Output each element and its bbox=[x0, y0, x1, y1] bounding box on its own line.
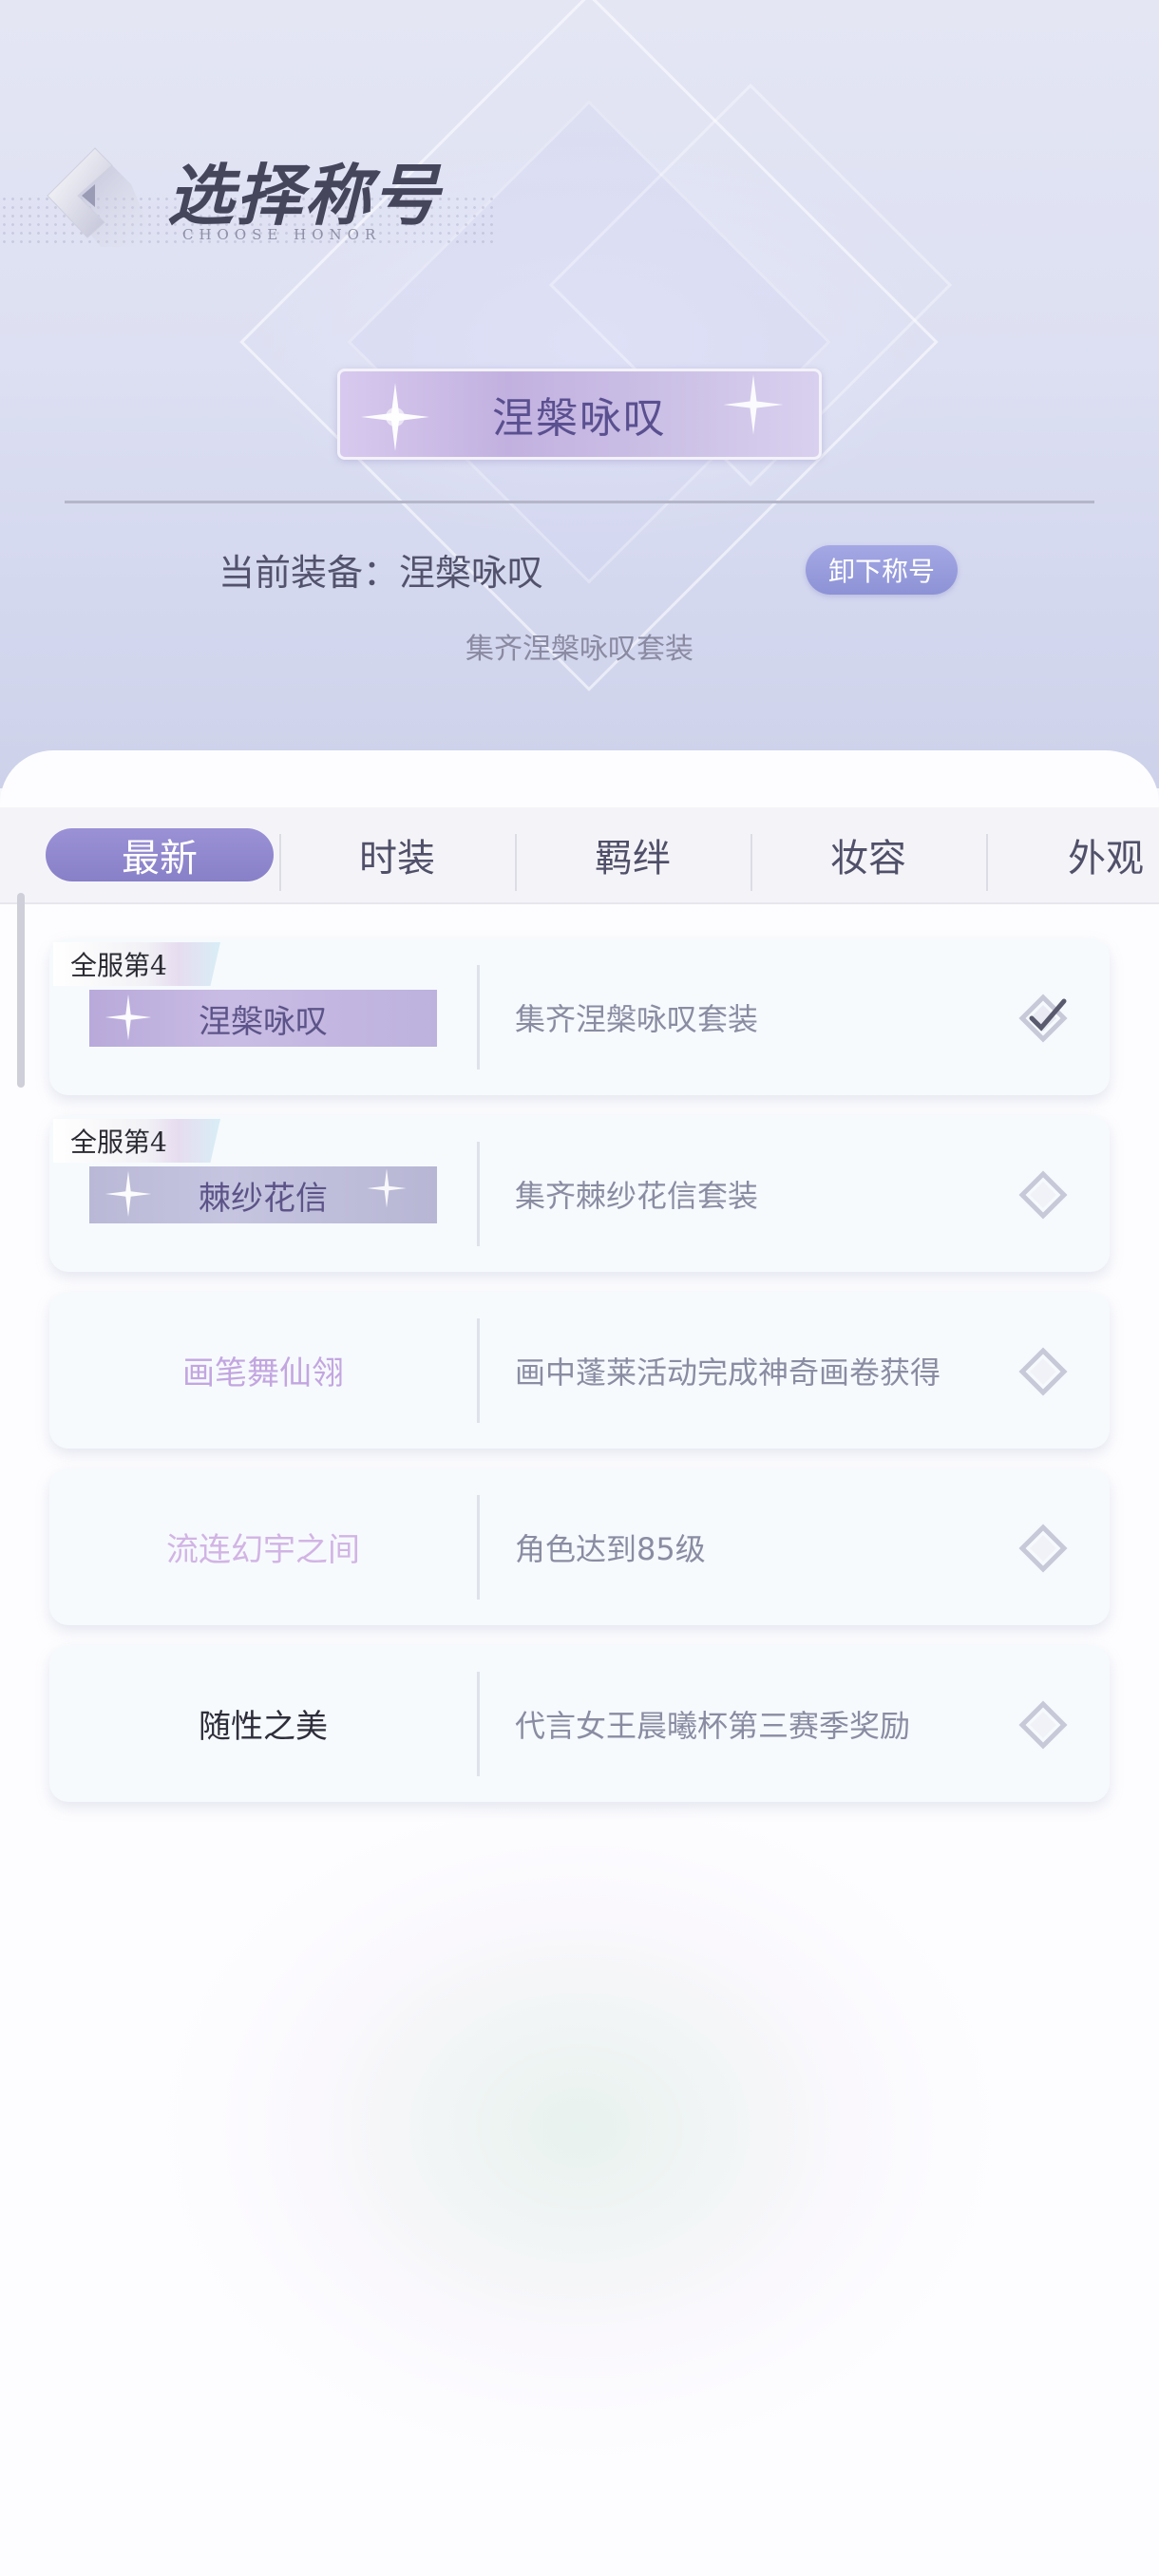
diamond-checkbox-icon[interactable] bbox=[1018, 1170, 1068, 1220]
tab-divider bbox=[986, 834, 988, 891]
diamond-checkbox-icon[interactable] bbox=[1018, 1347, 1068, 1396]
honor-name: 涅槃咏叹 bbox=[199, 1002, 328, 1041]
tab-label: 羁绊 bbox=[595, 837, 671, 881]
chevron-left-icon bbox=[47, 147, 158, 247]
honor-list-panel: 最新 时装 羁绊 妆容 外观 涅槃咏叹 集齐涅槃咏叹套装 全服第4 棘纱花信 集… bbox=[0, 750, 1159, 2576]
header-area: 选择称号 CHOOSE HONOR 涅槃咏叹 当前装备：涅槃咏叹 卸下称号 集齐… bbox=[0, 0, 1159, 788]
tab-label: 外观 bbox=[1068, 837, 1144, 881]
honor-name: 随性之美 bbox=[199, 1708, 328, 1746]
rank-tag: 全服第4 bbox=[53, 1119, 220, 1163]
honor-name: 画笔舞仙翎 bbox=[182, 1354, 344, 1392]
honor-row[interactable]: 流连幻宇之间 角色达到85级 bbox=[49, 1468, 1110, 1625]
tab-latest[interactable]: 最新 bbox=[46, 807, 274, 902]
tab-label: 时装 bbox=[359, 837, 435, 881]
tab-fashion[interactable]: 时装 bbox=[285, 807, 509, 902]
scrollbar[interactable] bbox=[17, 893, 25, 1088]
sparkle-icon bbox=[367, 1168, 407, 1208]
row-divider bbox=[477, 965, 480, 1070]
checked-diamond-icon[interactable] bbox=[1018, 994, 1068, 1043]
tab-bond[interactable]: 羁绊 bbox=[521, 807, 745, 902]
sparkle-icon bbox=[361, 383, 429, 451]
row-divider bbox=[477, 1318, 480, 1423]
row-divider bbox=[477, 1672, 480, 1776]
diamond-checkbox-icon[interactable] bbox=[1018, 1524, 1068, 1573]
tab-makeup[interactable]: 妆容 bbox=[756, 807, 980, 902]
tab-divider bbox=[750, 834, 752, 891]
sparkle-icon bbox=[104, 994, 152, 1041]
decor-glow bbox=[162, 1795, 998, 2460]
tab-divider bbox=[279, 834, 281, 891]
honor-condition: 集齐棘纱花信套装 bbox=[515, 1177, 759, 1214]
honor-condition: 代言女王晨曦杯第三赛季奖励 bbox=[515, 1707, 911, 1744]
page-subtitle: CHOOSE HONOR bbox=[182, 226, 382, 243]
row-divider bbox=[477, 1142, 480, 1246]
row-divider bbox=[477, 1495, 480, 1600]
page-title: 选择称号 bbox=[167, 156, 441, 235]
honor-condition: 画中蓬莱活动完成神奇画卷获得 bbox=[515, 1354, 941, 1391]
current-equip-label: 当前装备：涅槃咏叹 bbox=[218, 552, 544, 594]
sparkle-icon bbox=[104, 1170, 152, 1218]
honor-name: 棘纱花信 bbox=[199, 1179, 328, 1218]
divider bbox=[65, 501, 1094, 503]
tab-label: 妆容 bbox=[830, 837, 906, 881]
back-button[interactable] bbox=[44, 142, 158, 247]
honor-row[interactable]: 随性之美 代言女王晨曦杯第三赛季奖励 bbox=[49, 1645, 1110, 1802]
tab-divider bbox=[515, 834, 517, 891]
honor-name: 流连幻宇之间 bbox=[166, 1531, 360, 1569]
rank-tag: 全服第4 bbox=[53, 942, 220, 986]
current-honor-plate: 涅槃咏叹 bbox=[337, 369, 822, 460]
tab-appearance[interactable]: 外观 bbox=[1068, 807, 1159, 902]
honor-condition: 集齐涅槃咏叹套装 bbox=[515, 1000, 759, 1037]
honor-plate: 棘纱花信 bbox=[89, 1166, 437, 1223]
diamond-checkbox-icon[interactable] bbox=[1018, 1700, 1068, 1750]
tab-label: 最新 bbox=[122, 837, 198, 881]
unequip-button[interactable]: 卸下称号 bbox=[806, 545, 958, 595]
honor-plate: 涅槃咏叹 bbox=[89, 990, 437, 1047]
honor-row[interactable]: 画笔舞仙翎 画中蓬莱活动完成神奇画卷获得 bbox=[49, 1292, 1110, 1449]
current-equip-description: 集齐涅槃咏叹套装 bbox=[466, 633, 694, 666]
tab-bar: 最新 时装 羁绊 妆容 外观 bbox=[0, 807, 1159, 904]
current-honor-title: 涅槃咏叹 bbox=[492, 394, 667, 443]
honor-condition: 角色达到85级 bbox=[515, 1530, 706, 1567]
sparkle-icon bbox=[723, 374, 784, 435]
